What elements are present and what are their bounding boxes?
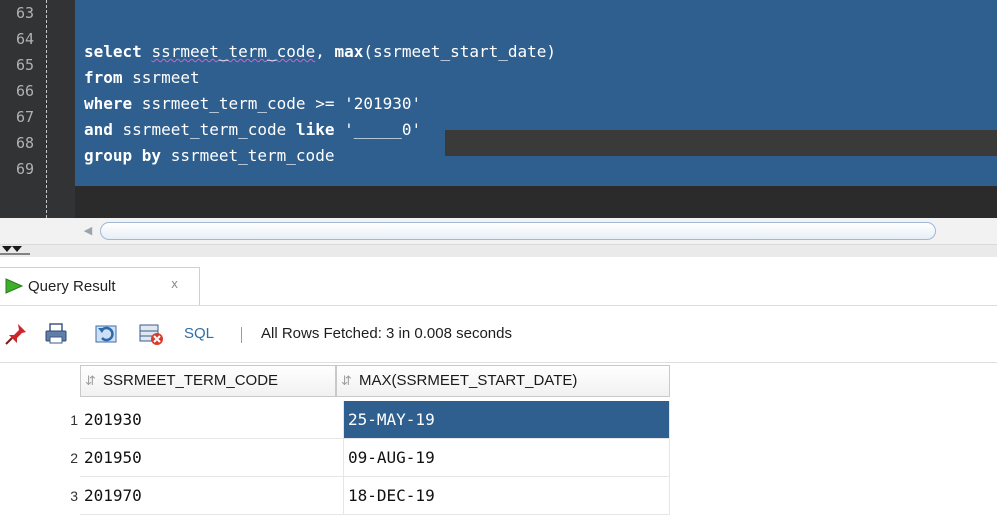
column-header-label: MAX(SSRMEET_START_DATE)	[359, 372, 578, 389]
code-text: ssrmeet_term_code	[112, 120, 296, 139]
line-number: 66	[15, 82, 34, 100]
keyword: where	[84, 94, 133, 113]
keyword: like	[295, 120, 335, 139]
keyword: select	[84, 42, 142, 61]
fetch-status-text: All Rows Fetched: 3 in 0.008 seconds	[261, 325, 512, 342]
code-text: ssrmeet_term_code	[161, 146, 335, 165]
row-number: 3	[70, 488, 78, 504]
collapse-arrows-icon[interactable]	[0, 245, 30, 255]
delete-grid-icon[interactable]	[138, 322, 166, 346]
code-line-64: select ssrmeet_term_code, max(ssrmeet_st…	[84, 39, 556, 65]
line-number-gutter: 63 64 65 66 67 68 69	[0, 0, 75, 218]
keyword: group by	[84, 146, 162, 165]
sql-link[interactable]: SQL	[184, 325, 214, 342]
cell-term-code[interactable]: 201970	[80, 477, 344, 515]
current-line-highlight	[445, 130, 997, 156]
line-number: 64	[15, 30, 34, 48]
row-number: 1	[70, 412, 78, 428]
code-line-68: group by ssrmeet_term_code	[84, 143, 334, 169]
table-row[interactable]: 2 201950 09-AUG-19	[0, 439, 997, 477]
cell-term-code[interactable]: 201930	[80, 401, 344, 439]
string-literal: '201930'	[344, 94, 422, 113]
code-text: ssrmeet_term_code >=	[132, 94, 345, 113]
table-row[interactable]: 1 201930 25-MAY-19	[0, 401, 997, 439]
scrollbar-thumb[interactable]	[100, 222, 936, 240]
column-header-term-code[interactable]: ⇵ SSRMEET_TERM_CODE	[80, 365, 336, 397]
print-icon[interactable]	[44, 322, 70, 346]
editor-horizontal-scrollbar[interactable]: ◀	[0, 218, 997, 245]
code-area[interactable]: select ssrmeet_term_code, max(ssrmeet_st…	[75, 0, 997, 218]
code-line-65: from ssrmeet	[84, 65, 200, 91]
string-literal: '_____0'	[344, 120, 422, 139]
code-text: ssrmeet_term_code	[151, 42, 316, 61]
scrollbar-track[interactable]	[100, 222, 938, 240]
code-text: ,	[315, 42, 335, 61]
keyword: and	[84, 120, 113, 139]
tab-label: Query Result	[28, 278, 116, 295]
cell-max-start-date[interactable]: 25-MAY-19	[344, 401, 670, 439]
keyword: from	[84, 68, 123, 87]
close-tab-button[interactable]: x	[171, 277, 178, 291]
code-text: ssrmeet	[122, 68, 200, 87]
code-line-66: where ssrmeet_term_code >= '201930'	[84, 91, 421, 117]
line-number: 67	[15, 108, 34, 126]
sql-editor[interactable]: 63 64 65 66 67 68 69 select ssrmeet_term…	[0, 0, 997, 218]
cell-term-code[interactable]: 201950	[80, 439, 344, 477]
column-header-max-start-date[interactable]: ⇵ MAX(SSRMEET_START_DATE)	[336, 365, 670, 397]
gutter-separator	[46, 0, 47, 218]
code-line-67: and ssrmeet_term_code like '_____0'	[84, 117, 421, 143]
sort-icon[interactable]: ⇵	[341, 366, 352, 396]
toolbar-separator	[241, 327, 242, 343]
grid-header-row: ⇵ SSRMEET_TERM_CODE ⇵ MAX(SSRMEET_START_…	[0, 363, 997, 399]
line-number: 63	[15, 4, 34, 22]
result-grid[interactable]: ⇵ SSRMEET_TERM_CODE ⇵ MAX(SSRMEET_START_…	[0, 363, 997, 521]
code-text: (ssrmeet_start_date)	[363, 42, 557, 61]
line-number: 69	[15, 160, 34, 178]
table-row[interactable]: 3 201970 18-DEC-19	[0, 477, 997, 515]
cell-max-start-date[interactable]: 18-DEC-19	[344, 477, 670, 515]
cell-max-start-date[interactable]: 09-AUG-19	[344, 439, 670, 477]
panel-splitter[interactable]	[0, 245, 997, 257]
scroll-left-arrow-icon[interactable]: ◀	[75, 222, 101, 240]
result-tab-bar: Query Result x	[0, 257, 997, 306]
run-arrow-icon	[5, 278, 24, 294]
column-header-label: SSRMEET_TERM_CODE	[103, 372, 279, 389]
sort-icon[interactable]: ⇵	[85, 366, 96, 396]
line-number: 65	[15, 56, 34, 74]
row-number: 2	[70, 450, 78, 466]
tab-query-result[interactable]: Query Result x	[0, 267, 200, 305]
refresh-icon[interactable]	[94, 322, 122, 346]
pin-icon[interactable]	[4, 322, 30, 346]
keyword: max	[334, 42, 364, 61]
result-toolbar: SQL All Rows Fetched: 3 in 0.008 seconds	[0, 306, 997, 363]
line-number: 68	[15, 134, 34, 152]
